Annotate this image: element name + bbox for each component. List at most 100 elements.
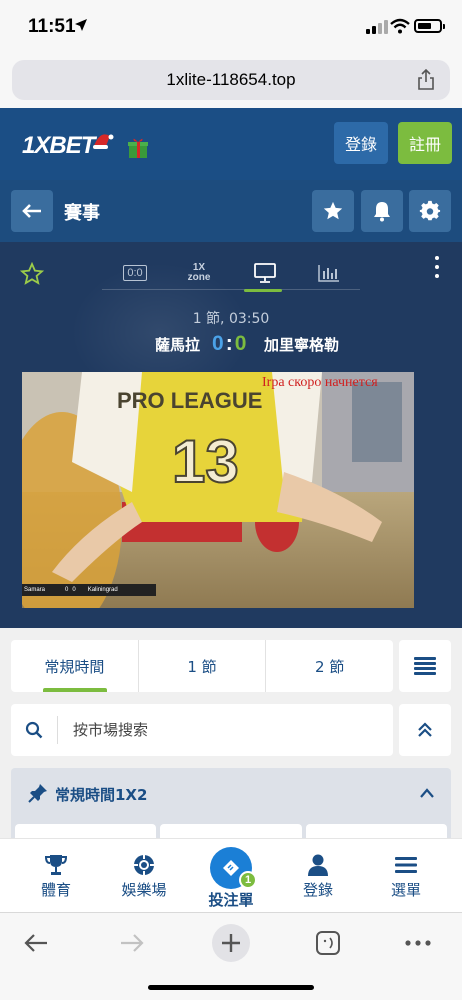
browser-back-button[interactable] [14, 923, 58, 963]
arrow-left-icon [22, 204, 41, 218]
section-bar: 賽事 [0, 180, 462, 242]
score: 0:0 [212, 332, 246, 356]
chevron-up-icon[interactable] [419, 786, 435, 800]
live-video-player[interactable]: PRO LEAGUE 13 Irpa скоро начнется Samara… [22, 372, 414, 608]
video-frame-image: PRO LEAGUE 13 [22, 372, 414, 608]
scoreline: 薩馬拉 0:0 加里寧格勒 [0, 332, 462, 358]
user-icon [308, 854, 328, 876]
back-button[interactable] [11, 190, 53, 232]
tab-period-2[interactable]: 2 節 [266, 640, 393, 692]
home-indicator [148, 985, 314, 990]
bottom-tab-bar: 體育 娛樂場 1 投注單 登錄 選單 [0, 838, 462, 912]
cellular-signal-icon [366, 20, 388, 34]
share-icon[interactable] [416, 69, 436, 91]
more-options-icon[interactable] [434, 256, 440, 278]
star-icon [323, 201, 343, 220]
gift-icon [128, 138, 148, 158]
casino-chip-icon [134, 855, 154, 875]
search-icon [25, 721, 43, 739]
odds-row [11, 820, 451, 840]
browser-forward-button[interactable] [110, 923, 154, 963]
double-chevron-up-icon [418, 722, 432, 737]
new-tab-button[interactable] [209, 923, 253, 963]
plus-circle-icon [212, 924, 250, 962]
battery-icon [414, 19, 445, 33]
tab-sports[interactable]: 體育 [10, 839, 102, 913]
more-button[interactable] [396, 923, 440, 963]
notifications-button[interactable] [361, 190, 403, 232]
url-text: 1xlite-118654.top [166, 70, 296, 89]
video-overlay-text: Irpa скоро начнется [262, 375, 378, 390]
jersey-text: PRO LEAGUE [117, 388, 262, 413]
tab-regular-time[interactable]: 常規時間 [11, 640, 139, 692]
tab-menu[interactable]: 選單 [360, 839, 452, 913]
bell-icon [374, 202, 390, 222]
tab-login[interactable]: 登錄 [272, 839, 364, 913]
match-view-tabs: 0:0 1X zone [102, 252, 360, 292]
section-title: 賽事 [64, 203, 100, 224]
tab-casino-label: 娛樂場 [121, 881, 167, 899]
favorites-button[interactable] [312, 190, 354, 232]
pin-icon[interactable] [27, 782, 49, 804]
address-bar[interactable]: 1xlite-118654.top [12, 60, 450, 100]
match-panel: 0:0 1X zone 1 節, 03:50 薩馬拉 0:0 加里寧格勒 PRO… [0, 242, 462, 628]
home-score: 0 [212, 332, 224, 355]
market-title: 常規時間1X2 [55, 786, 148, 804]
away-team-name: 加里寧格勒 [264, 336, 340, 354]
bar-chart-icon [318, 265, 339, 282]
hamburger-menu-icon [395, 857, 417, 873]
arrow-right-icon [121, 934, 144, 952]
browser-address-area: 1xlite-118654.top [0, 56, 462, 108]
market-group-header[interactable]: 常規時間1X2 [11, 768, 451, 820]
wifi-icon [390, 18, 410, 34]
scorebug-away-score: 0 [72, 587, 76, 593]
status-bar: 11:51 [0, 0, 462, 56]
search-divider [57, 716, 58, 744]
scorebug-away: Kaliningrad [87, 587, 118, 593]
betslip-count-badge: 1 [239, 871, 257, 889]
tab-score[interactable]: 0:0 [112, 256, 158, 290]
favorite-match-star-icon[interactable] [20, 262, 44, 286]
location-arrow-icon [75, 19, 87, 31]
collapse-all-button[interactable] [399, 704, 451, 756]
tabs-button[interactable] [306, 923, 350, 963]
tab-login-label: 登錄 [302, 881, 333, 899]
score-separator: : [225, 332, 233, 355]
arrow-left-icon [24, 934, 47, 952]
period-tabs: 常規時間 1 節 2 節 [11, 640, 393, 692]
tab-betslip[interactable]: 1 投注單 [185, 839, 277, 913]
ellipsis-icon [405, 940, 431, 946]
register-button[interactable]: 註冊 [398, 122, 452, 164]
away-score: 0 [234, 332, 247, 355]
zone-icon: 1X zone [188, 263, 211, 283]
settings-button[interactable] [409, 190, 451, 232]
santa-hat-icon [93, 134, 114, 149]
login-button[interactable]: 登錄 [334, 122, 388, 164]
tab-period-1[interactable]: 1 節 [139, 640, 267, 692]
tab-video[interactable] [242, 256, 288, 292]
zone-label-bottom: zone [187, 272, 211, 283]
brand-logo[interactable]: 1XBET [22, 132, 95, 160]
browser-toolbar [0, 912, 462, 1000]
tab-casino[interactable]: 娛樂場 [98, 839, 190, 913]
scorebug-home-score: 0 [65, 587, 69, 593]
list-icon [414, 657, 436, 675]
tab-menu-label: 選單 [390, 881, 421, 899]
tab-betslip-label: 投注單 [208, 891, 254, 909]
video-scorebug: Samara 0 0 Kaliningrad [22, 584, 156, 596]
tab-1x-zone[interactable]: 1X zone [176, 256, 222, 290]
jersey-number: 13 [172, 428, 239, 495]
status-time: 11:51 [28, 16, 76, 37]
tab-statistics[interactable] [306, 256, 352, 290]
period-time: 1 節, 03:50 [192, 311, 270, 327]
home-team-name: 薩馬拉 [154, 336, 200, 354]
monitor-icon [254, 263, 276, 283]
market-search [11, 704, 393, 756]
scorebug-home: Samara [24, 587, 46, 593]
gear-icon [419, 200, 441, 221]
tabs-icon [316, 931, 340, 955]
tab-sports-label: 體育 [40, 881, 71, 899]
search-input[interactable] [73, 718, 373, 742]
list-view-button[interactable] [399, 640, 451, 692]
site-header: 1XBET 登錄 註冊 [0, 108, 462, 180]
